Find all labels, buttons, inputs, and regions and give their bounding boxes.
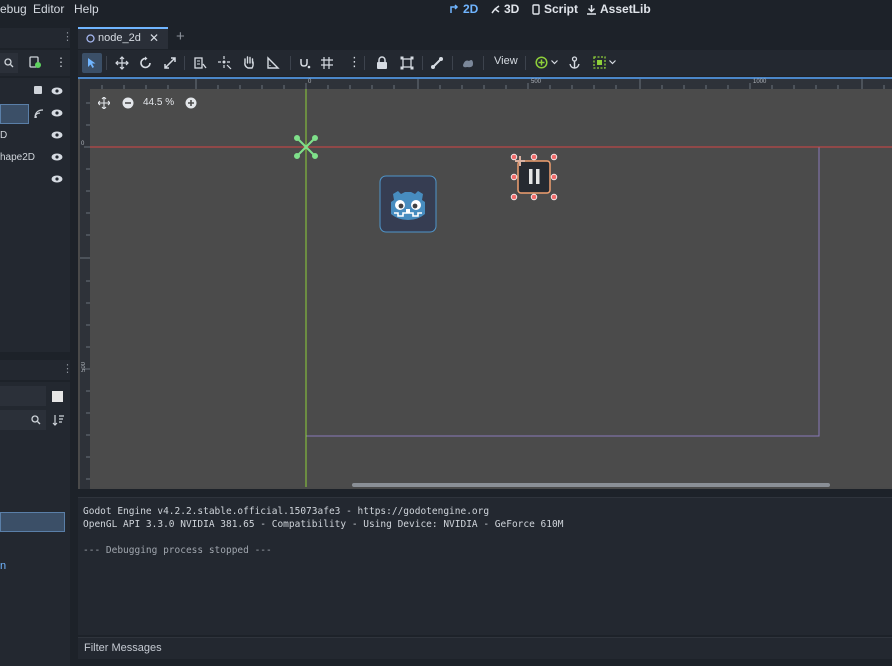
- lock-icon[interactable]: [376, 56, 388, 70]
- list-select-icon[interactable]: [193, 56, 207, 70]
- scene-tab-label: node_2d: [98, 32, 141, 44]
- scale-icon[interactable]: [163, 56, 177, 70]
- visibility-eye-icon[interactable]: [51, 131, 63, 139]
- workspace-script-button[interactable]: Script: [531, 2, 578, 16]
- search-icon: [31, 415, 41, 425]
- zoom-in-icon[interactable]: [185, 97, 197, 109]
- tree-item-label[interactable]: hape2D: [0, 152, 35, 163]
- instance-scene-icon[interactable]: [29, 56, 41, 69]
- anchor-icon[interactable]: [568, 56, 581, 70]
- workspace-3d-label: 3D: [504, 2, 520, 16]
- workspace-assetlib-button[interactable]: AssetLib: [586, 2, 651, 16]
- move-icon[interactable]: [115, 56, 129, 70]
- output-panel: Godot Engine v4.2.2.stable.official.1507…: [78, 497, 892, 635]
- snap-options-icon[interactable]: ⋮: [348, 54, 361, 70]
- log-line: --- Debugging process stopped ---: [83, 545, 272, 556]
- log-line: Godot Engine v4.2.2.stable.official.1507…: [83, 506, 490, 517]
- search-icon: [4, 58, 14, 68]
- ruler-label: 0: [81, 141, 85, 147]
- scene-panel-header: ⋮: [0, 28, 73, 48]
- override-camera-icon[interactable]: [461, 56, 475, 70]
- zoom-out-icon[interactable]: [122, 97, 134, 109]
- add-circle-icon: [535, 56, 548, 69]
- add-node-button[interactable]: [534, 55, 560, 71]
- script-attached-icon[interactable]: [33, 85, 43, 95]
- filter-messages-input[interactable]: Filter Messages: [84, 642, 162, 654]
- scene-tab[interactable]: node_2d ✕: [78, 27, 168, 49]
- horizontal-scrollbar[interactable]: [352, 483, 830, 487]
- left-dock: ⋮ ⋮ D hape2D ⋮ n: [0, 28, 73, 666]
- vertical-ruler: 0 500: [80, 79, 90, 489]
- ruler-label: 500: [81, 362, 87, 373]
- file-item-link[interactable]: n: [0, 560, 6, 572]
- panel-menu-icon[interactable]: ⋮: [62, 30, 73, 43]
- group-icon[interactable]: [400, 56, 414, 70]
- sort-icon[interactable]: [52, 414, 65, 426]
- layout-button[interactable]: [592, 55, 618, 71]
- rotate-icon[interactable]: [139, 56, 153, 70]
- tree-item-selected[interactable]: [0, 104, 29, 124]
- workspace-assetlib-label: AssetLib: [600, 2, 651, 16]
- cursor-arrow-icon: [88, 58, 96, 68]
- download-icon: [587, 4, 596, 15]
- 2d-icon: [450, 3, 459, 13]
- ruler-label: 1000: [753, 79, 767, 85]
- workspace-3d-button[interactable]: 3D: [490, 2, 519, 16]
- zoom-level-label[interactable]: 44.5 %: [143, 97, 174, 108]
- log-line: OpenGL API 3.3.0 NVIDIA 381.65 - Compati…: [83, 519, 564, 530]
- canvas-2d[interactable]: 44.5 %: [90, 89, 892, 487]
- scene-toolbar: ⋮: [0, 50, 70, 76]
- scene-tree: D hape2D: [0, 78, 70, 352]
- visibility-eye-icon[interactable]: [51, 153, 63, 161]
- pan-hand-icon[interactable]: [242, 55, 256, 70]
- add-tab-icon[interactable]: +: [176, 28, 185, 45]
- menu-debug[interactable]: ebug: [0, 2, 27, 16]
- horizontal-ruler: 0 500 1000: [80, 79, 892, 89]
- ruler-label: 500: [531, 79, 542, 85]
- pause-sprite-selected[interactable]: [510, 153, 558, 201]
- pivot-icon[interactable]: [218, 56, 232, 70]
- scene-tab-bar: [78, 27, 892, 49]
- select-mode-button[interactable]: [82, 53, 102, 73]
- menu-help[interactable]: Help: [74, 2, 99, 16]
- workspace-2d-button[interactable]: 2D: [449, 2, 478, 16]
- view-menu-button[interactable]: View: [494, 55, 518, 67]
- signal-icon[interactable]: [34, 109, 45, 119]
- script-icon: [532, 3, 540, 15]
- file-item-selected[interactable]: [0, 512, 65, 532]
- panel-menu-icon[interactable]: ⋮: [62, 362, 73, 375]
- canvas-toolbar: ⋮ View: [78, 50, 892, 76]
- godot-logo-sprite[interactable]: [379, 175, 437, 233]
- visibility-eye-icon[interactable]: [51, 109, 63, 117]
- close-tab-icon[interactable]: ✕: [149, 31, 159, 45]
- filesystem-header: ⋮: [0, 360, 73, 380]
- menu-editor[interactable]: Editor: [33, 2, 64, 16]
- filter-bar: Filter Messages: [78, 637, 892, 659]
- file-filter-field[interactable]: [0, 410, 46, 430]
- scene-more-icon[interactable]: ⋮: [55, 55, 67, 69]
- chevron-down-icon: [609, 60, 616, 65]
- center-view-icon[interactable]: [98, 97, 110, 109]
- tree-item-label[interactable]: D: [0, 130, 7, 141]
- smart-snap-icon[interactable]: [298, 56, 312, 70]
- scene-filter-field[interactable]: [0, 53, 18, 73]
- ruler-icon[interactable]: [266, 56, 280, 70]
- workspace-2d-label: 2D: [463, 2, 479, 16]
- 3d-icon: [491, 4, 500, 13]
- visibility-eye-icon[interactable]: [51, 175, 63, 183]
- workspace-script-label: Script: [544, 2, 579, 16]
- split-mode-icon[interactable]: [52, 391, 63, 402]
- canvas-drawing: [90, 89, 892, 487]
- node2d-icon: [86, 34, 95, 43]
- ruler-ticks: [101, 79, 885, 89]
- layout-icon: [593, 56, 606, 69]
- ruler-label: 0: [308, 79, 312, 85]
- visibility-eye-icon[interactable]: [51, 87, 63, 95]
- skeleton-bone-icon[interactable]: [430, 56, 444, 70]
- menu-bar: ebug Editor Help 2D 3D Script AssetLib: [0, 0, 892, 20]
- path-field[interactable]: [0, 386, 46, 406]
- filesystem-panel: n: [0, 382, 70, 666]
- chevron-down-icon: [551, 60, 558, 65]
- grid-snap-icon[interactable]: [320, 56, 334, 70]
